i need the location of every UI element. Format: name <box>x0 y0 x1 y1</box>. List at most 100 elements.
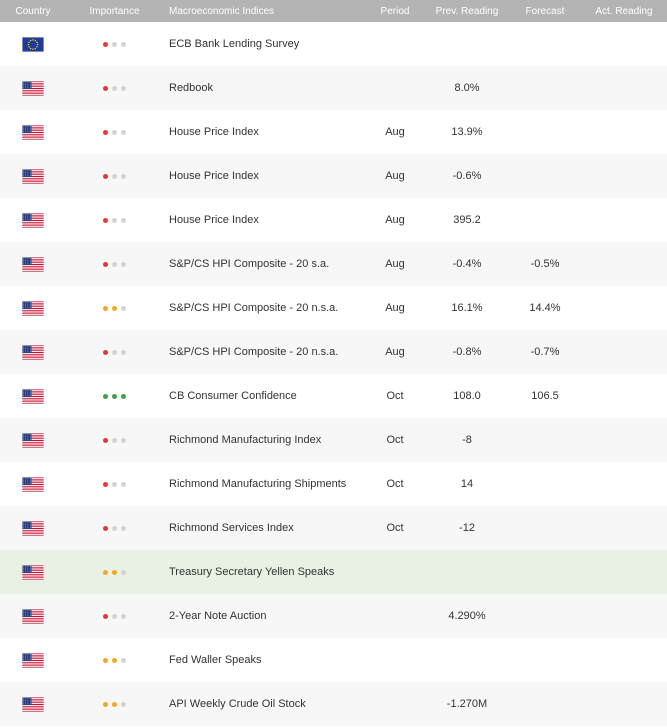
importance-dot <box>103 525 108 531</box>
importance-dot <box>112 613 117 619</box>
indicator-name[interactable]: Richmond Services Index <box>169 522 294 534</box>
header-spacer <box>659 0 667 22</box>
prev-reading-value-cell <box>433 22 501 66</box>
indicator-name[interactable]: House Price Index <box>169 170 259 182</box>
us-flag-icon <box>22 520 44 536</box>
country-cell <box>0 242 66 286</box>
table-body: ECB Bank Lending Survey Redbook 8.0% House … <box>0 22 667 726</box>
actual-reading-value-cell <box>589 22 659 66</box>
eu-flag-icon <box>22 36 44 52</box>
importance-indicator <box>101 701 128 707</box>
period-value-cell <box>357 66 433 110</box>
importance-dot <box>103 701 108 707</box>
us-flag-icon <box>22 696 44 712</box>
forecast-value-cell <box>501 22 589 66</box>
indicator-name[interactable]: Treasury Secretary Yellen Speaks <box>169 566 334 578</box>
row-spacer <box>659 286 667 330</box>
indicator-name-cell: CB Consumer Confidence <box>163 374 357 418</box>
indicator-name[interactable]: Fed Waller Speaks <box>169 654 262 666</box>
importance-dot <box>112 261 117 267</box>
us-flag-icon <box>22 344 44 360</box>
country-cell <box>0 462 66 506</box>
indicator-name[interactable]: API Weekly Crude Oil Stock <box>169 698 306 710</box>
indicator-name-cell: House Price Index <box>163 198 357 242</box>
row-spacer <box>659 330 667 374</box>
period-value: Aug <box>385 302 405 314</box>
row-spacer <box>659 550 667 594</box>
prev-reading-value-cell: -0.6% <box>433 154 501 198</box>
importance-dot <box>103 173 108 179</box>
indicator-name[interactable]: Richmond Manufacturing Shipments <box>169 478 346 490</box>
table-row: Richmond Manufacturing Shipments Oct 14 <box>0 462 667 506</box>
table-header: Country Importance Macroeconomic Indices… <box>0 0 667 22</box>
row-spacer <box>659 242 667 286</box>
prev-reading-value: 395.2 <box>453 214 481 226</box>
row-spacer <box>659 682 667 726</box>
importance-cell <box>66 286 163 330</box>
importance-dot <box>103 613 108 619</box>
indicator-name-cell: S&P/CS HPI Composite - 20 s.a. <box>163 242 357 286</box>
importance-dot <box>112 305 117 311</box>
forecast-value-cell <box>501 550 589 594</box>
actual-reading-value-cell <box>589 682 659 726</box>
period-value-cell <box>357 638 433 682</box>
importance-dot <box>121 613 126 619</box>
indicator-name[interactable]: House Price Index <box>169 214 259 226</box>
forecast-value-cell: -0.5% <box>501 242 589 286</box>
indicator-name-cell: Richmond Services Index <box>163 506 357 550</box>
table-row: Richmond Services Index Oct -12 <box>0 506 667 550</box>
table-row: S&P/CS HPI Composite - 20 s.a. Aug -0.4% -0… <box>0 242 667 286</box>
importance-dot <box>121 569 126 575</box>
indicator-name[interactable]: ECB Bank Lending Survey <box>169 38 299 50</box>
row-spacer <box>659 418 667 462</box>
forecast-value-cell <box>501 638 589 682</box>
indicator-name-cell: API Weekly Crude Oil Stock <box>163 682 357 726</box>
indicator-name[interactable]: House Price Index <box>169 126 259 138</box>
importance-dot <box>112 349 117 355</box>
actual-reading-value-cell <box>589 594 659 638</box>
importance-cell <box>66 506 163 550</box>
importance-cell <box>66 418 163 462</box>
actual-reading-value-cell <box>589 286 659 330</box>
indicator-name[interactable]: Redbook <box>169 82 213 94</box>
importance-dot <box>121 173 126 179</box>
indicator-name[interactable]: CB Consumer Confidence <box>169 390 297 402</box>
header-period: Period <box>380 5 410 17</box>
row-spacer <box>659 638 667 682</box>
importance-cell <box>66 154 163 198</box>
row-spacer <box>659 462 667 506</box>
country-cell <box>0 682 66 726</box>
forecast-value-cell <box>501 506 589 550</box>
forecast-value-cell <box>501 682 589 726</box>
indicator-name-cell: 2-Year Note Auction <box>163 594 357 638</box>
indicator-name-cell: Fed Waller Speaks <box>163 638 357 682</box>
indicator-name[interactable]: 2-Year Note Auction <box>169 610 266 622</box>
us-flag-icon <box>22 564 44 580</box>
importance-dot <box>121 701 126 707</box>
indicator-name[interactable]: S&P/CS HPI Composite - 20 n.s.a. <box>169 346 338 358</box>
us-flag-icon <box>22 124 44 140</box>
importance-dot <box>103 349 108 355</box>
importance-cell <box>66 22 163 66</box>
importance-cell <box>66 242 163 286</box>
importance-cell <box>66 110 163 154</box>
importance-indicator <box>101 85 128 91</box>
indicator-name[interactable]: S&P/CS HPI Composite - 20 s.a. <box>169 258 329 270</box>
indicator-name[interactable]: S&P/CS HPI Composite - 20 n.s.a. <box>169 302 338 314</box>
period-value-cell: Oct <box>357 418 433 462</box>
indicator-name[interactable]: Richmond Manufacturing Index <box>169 434 321 446</box>
importance-dot <box>112 481 117 487</box>
table-row: CB Consumer Confidence Oct 108.0 106.5 <box>0 374 667 418</box>
period-value: Oct <box>386 478 404 490</box>
period-value: Aug <box>385 258 405 270</box>
period-value-cell <box>357 682 433 726</box>
importance-cell <box>66 462 163 506</box>
us-flag-icon <box>22 168 44 184</box>
period-value: Aug <box>385 214 405 226</box>
importance-dot <box>103 657 108 663</box>
us-flag-icon <box>22 212 44 228</box>
period-value-cell: Oct <box>357 462 433 506</box>
importance-dot <box>112 217 117 223</box>
actual-reading-value-cell <box>589 462 659 506</box>
importance-dot <box>121 437 126 443</box>
